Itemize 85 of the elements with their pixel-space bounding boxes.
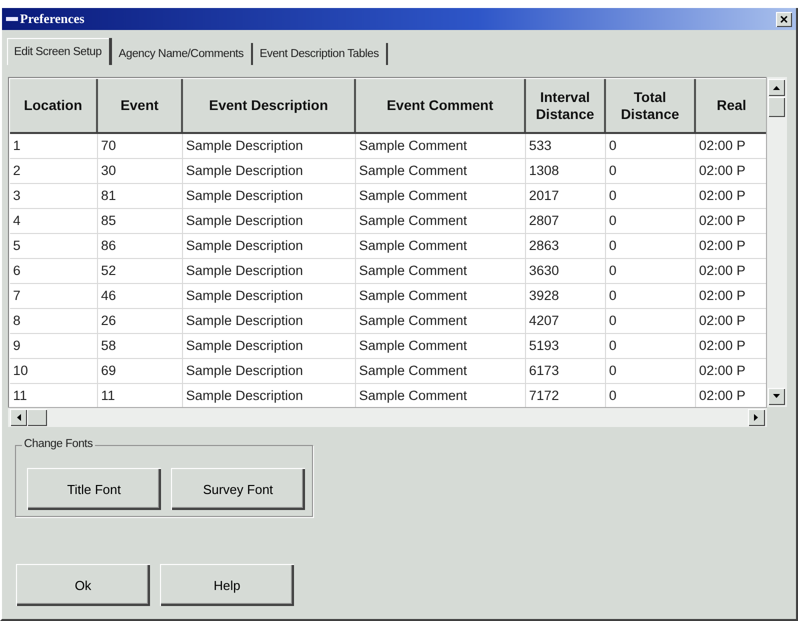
table-cell: Sample Comment (356, 309, 526, 333)
tab[interactable]: Event Description Tables (252, 43, 388, 65)
table-cell: 70 (98, 134, 183, 158)
table-cell: 0 (606, 334, 696, 358)
dialog-button[interactable]: Ok (16, 564, 150, 606)
table-cell: Sample Description (183, 159, 356, 183)
close-button[interactable]: × (776, 12, 792, 26)
table-cell: Sample Comment (356, 159, 526, 183)
table-cell: 46 (98, 284, 183, 308)
table-cell: 5193 (526, 334, 606, 358)
table-cell: 0 (606, 284, 696, 308)
table-cell: Sample Comment (356, 284, 526, 308)
scroll-down-icon[interactable] (768, 388, 785, 405)
tab[interactable]: Edit Screen Setup (7, 38, 112, 65)
table-cell: Sample Description (183, 259, 356, 283)
table-cell: 0 (606, 209, 696, 233)
table-cell: 85 (98, 209, 183, 233)
app-icon (6, 15, 18, 23)
group-title: Change Fonts (22, 438, 95, 450)
table-cell: 81 (98, 184, 183, 208)
table-cell: Sample Comment (356, 134, 526, 158)
table-cell: 2017 (526, 184, 606, 208)
table-cell: Sample Comment (356, 234, 526, 258)
table-cell: Sample Comment (356, 334, 526, 358)
table-cell: 533 (526, 134, 606, 158)
table-cell: 10 (10, 359, 98, 383)
horizontal-scrollbar[interactable] (8, 407, 767, 427)
table-cell: 6 (10, 259, 98, 283)
column-header[interactable]: Total Distance (606, 79, 696, 132)
column-header[interactable]: Location (10, 79, 98, 132)
table-cell: Sample Comment (356, 259, 526, 283)
table-cell: 86 (98, 234, 183, 258)
table-cell: Sample Description (183, 209, 356, 233)
table-cell: 30 (98, 159, 183, 183)
table-cell: Sample Description (183, 359, 356, 383)
table-cell: 0 (606, 309, 696, 333)
scroll-thumb[interactable] (27, 409, 47, 426)
table-cell: 26 (98, 309, 183, 333)
table-cell: 0 (606, 234, 696, 258)
scroll-up-icon[interactable] (768, 79, 785, 96)
table-cell: Sample Comment (356, 359, 526, 383)
font-button[interactable]: Title Font (27, 468, 161, 510)
table-cell: 1308 (526, 159, 606, 183)
table-cell: 4 (10, 209, 98, 233)
column-header[interactable]: Event Comment (356, 79, 526, 132)
column-header[interactable]: Interval Distance (526, 79, 606, 132)
table-cell: 58 (98, 334, 183, 358)
table-cell: 1 (10, 134, 98, 158)
table-cell: Sample Description (183, 184, 356, 208)
table-cell: Sample Description (183, 284, 356, 308)
column-header[interactable]: Event Description (183, 79, 356, 132)
column-header[interactable]: Event (98, 79, 183, 132)
table-cell: 69 (98, 359, 183, 383)
table-cell: 0 (606, 359, 696, 383)
table-cell: 0 (606, 184, 696, 208)
table-cell: 6173 (526, 359, 606, 383)
table-cell: 2807 (526, 209, 606, 233)
vertical-scrollbar[interactable] (766, 77, 787, 407)
tab[interactable]: Agency Name/Comments (112, 43, 253, 65)
table-cell: 52 (98, 259, 183, 283)
table-cell: 8 (10, 309, 98, 333)
table-cell: Sample Description (183, 134, 356, 158)
table-cell: Sample Description (183, 334, 356, 358)
table-cell: Sample Comment (356, 184, 526, 208)
table-cell: 0 (606, 159, 696, 183)
table-cell: 2 (10, 159, 98, 183)
table-cell: 9 (10, 334, 98, 358)
table-cell: 0 (606, 134, 696, 158)
table-cell: Sample Comment (356, 209, 526, 233)
table-cell: 3928 (526, 284, 606, 308)
font-button[interactable]: Survey Font (171, 468, 305, 510)
table-cell: 2863 (526, 234, 606, 258)
window-title: Preferences (20, 11, 86, 27)
table-cell: Sample Description (183, 234, 356, 258)
table-cell: 7 (10, 284, 98, 308)
scroll-left-icon[interactable] (10, 409, 27, 426)
table-cell: 4207 (526, 309, 606, 333)
table-cell: 5 (10, 234, 98, 258)
scroll-thumb[interactable] (768, 97, 785, 117)
scroll-right-icon[interactable] (748, 409, 765, 426)
table-cell: Sample Description (183, 309, 356, 333)
dialog-button[interactable]: Help (160, 564, 294, 606)
table-cell: 0 (606, 259, 696, 283)
table-cell: 3 (10, 184, 98, 208)
table-cell: 3630 (526, 259, 606, 283)
